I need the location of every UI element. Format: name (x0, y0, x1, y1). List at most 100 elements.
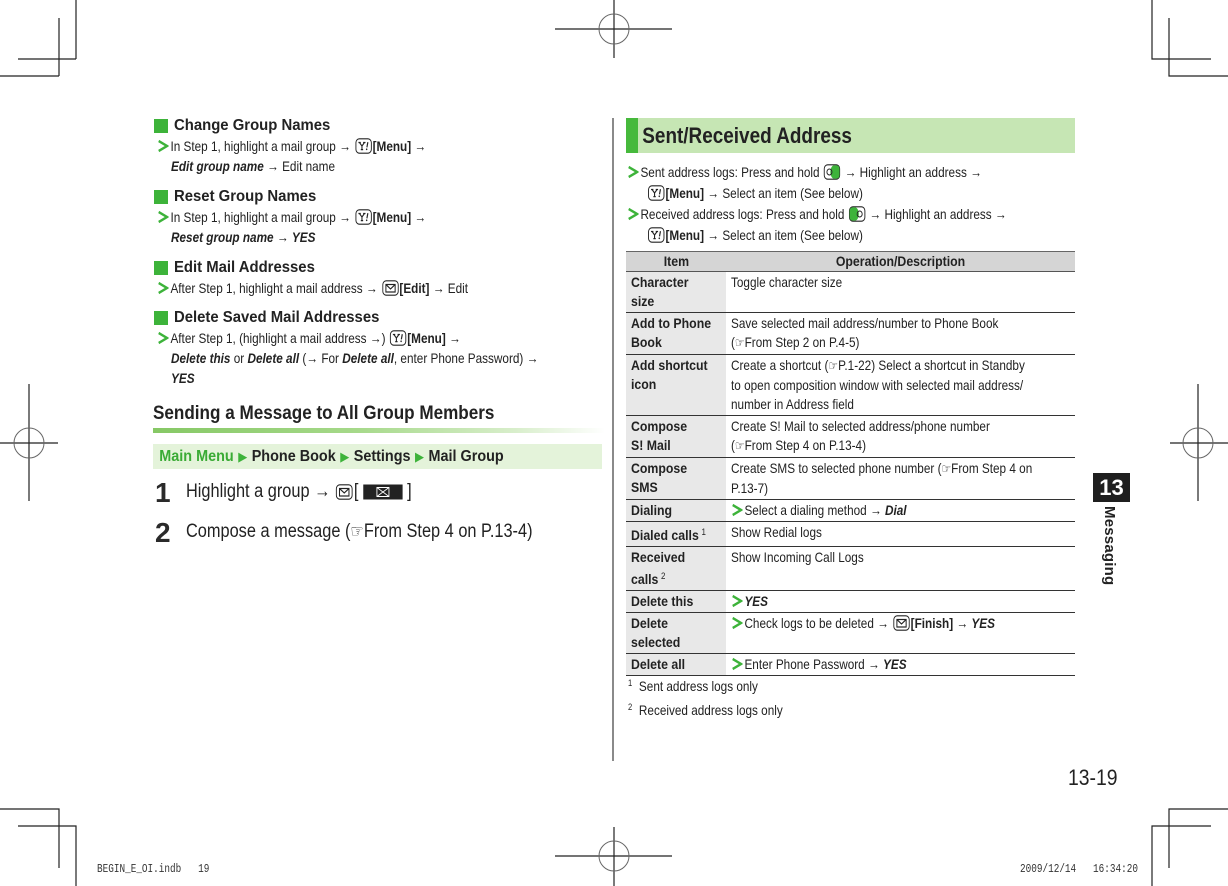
item-name-line: Delete this (631, 592, 710, 611)
footnote: 2 Received address logs only (628, 697, 783, 721)
breadcrumb-separator-icon: ▶ (415, 450, 425, 465)
item-cell: Delete selected (626, 612, 726, 654)
text-run: (→ For (299, 350, 343, 366)
text-line: YES (731, 592, 1016, 611)
slug-file-name: BEGIN_E_OI.indb (97, 862, 182, 876)
item-cell: Dialed calls 1 (626, 521, 726, 547)
table-row: Delete selected Check logs to be deleted →… (626, 612, 1075, 654)
sent-received-address-heading: Sent/Received Address (626, 118, 1075, 153)
footnote-reference: 1 (701, 527, 706, 537)
item-name-text: Character (631, 274, 689, 290)
text-run: Dial (884, 502, 907, 518)
text-run: From Step 2 on P.4-5) (744, 334, 860, 350)
section-delete-saved-mail-addresses: Delete Saved Mail Addresses After Step 1… (153, 308, 603, 388)
text-run: → Edit name (263, 158, 336, 174)
step-text: Highlight a group → [ ] (186, 477, 448, 507)
text-run: Compose a message ( (186, 521, 351, 542)
text-run: Show Redial logs (731, 524, 822, 540)
description-cell: Check logs to be deleted → [Finish] → YE… (726, 612, 1075, 654)
menu-key-icon (648, 185, 665, 201)
text-line: P.13-7) (731, 479, 1016, 498)
mail-key-icon (381, 280, 399, 296)
text-run: Create SMS to selected phone number ( (731, 460, 942, 476)
text-line: [Menu] → Select an item (See below) (647, 183, 1008, 204)
title-underline-gradient (153, 428, 605, 433)
green-square-icon (154, 119, 168, 133)
menu-key-icon (648, 227, 665, 243)
text-run: → (411, 138, 427, 154)
description-cell: YES (726, 590, 1075, 613)
item-name-line: Dialing (631, 501, 710, 520)
item-name-line: Add to Phone (631, 314, 711, 333)
section-heading-text: Delete Saved Mail Addresses (174, 309, 380, 326)
item-name-line: Character (631, 273, 710, 292)
text-line: Enter Phone Password → YES (731, 655, 1016, 674)
text-run: ☞ (828, 359, 839, 374)
item-name-line: Received (631, 548, 710, 567)
sent-log-key-icon (823, 164, 841, 180)
item-name-line: SMS (631, 478, 710, 497)
green-square-icon (154, 261, 168, 275)
step-text: Compose a message (☞From Step 4 on P.13-… (186, 517, 589, 547)
instruction: In Step 1, highlight a mail group → [Men… (158, 136, 603, 176)
section-heading-text: Edit Mail Addresses (174, 259, 315, 276)
item-name-line: S! Mail (631, 436, 710, 455)
instruction: After Step 1, (highlight a mail address … (158, 328, 603, 388)
item-cell: Compose S! Mail (626, 415, 726, 458)
item-name-line: Add shortcut (631, 356, 710, 375)
item-name-line: Delete (631, 614, 710, 633)
slug-time: 16:34:20 (1093, 862, 1138, 876)
text-run: YES (171, 370, 195, 386)
item-name-text: Dialed calls (631, 527, 699, 543)
registration-mark-left (0, 384, 58, 501)
section-heading-text: Change Group Names (174, 117, 331, 134)
table-header-row: Item Operation/Description (626, 251, 1075, 272)
text-run: → Select an item (See below) (704, 227, 863, 243)
text-run: → Highlight an address → (866, 206, 1007, 222)
text-line: After Step 1, (highlight a mail address … (157, 328, 532, 348)
item-name-text: icon (631, 376, 657, 392)
breadcrumb: Main Menu ▶ Phone Book ▶ Settings ▶ Mail Group (153, 444, 602, 469)
text-run: → Highlight an address → (841, 164, 982, 180)
text-line: [Menu] → Select an item (See below) (647, 225, 1008, 246)
footnote-mark: 1 (628, 678, 633, 688)
footnote-mark: 2 (628, 702, 633, 712)
text-line: Toggle character size (731, 273, 1016, 292)
text-run: ☞ (734, 336, 745, 351)
text-run: → (445, 330, 461, 346)
item-cell: Dialing (626, 499, 726, 522)
bullet-chevron-icon (731, 594, 744, 608)
operations-table: Item Operation/Description Character size… (626, 251, 1075, 676)
sending-section-title-text: Sending a Message to All Group Members (153, 403, 495, 424)
text-run: Create a shortcut ( (731, 357, 829, 373)
text-run: to open composition window with selected… (731, 377, 1024, 393)
item-name-line: selected (631, 633, 710, 652)
text-line: YES (171, 368, 534, 388)
text-run: ] (402, 481, 412, 502)
mail-softkey-icon (362, 484, 403, 500)
item-name-line: calls 2 (631, 567, 710, 589)
table-row: Compose SMS Create SMS to selected phone n… (626, 457, 1075, 500)
table-body: Character size Toggle character size Add to… (626, 271, 1075, 676)
registration-mark-top (555, 0, 672, 58)
item-name-line: Dialed calls 1 (631, 523, 710, 545)
print-slug-file: BEGIN_E_OI.indb 19 (97, 862, 209, 876)
text-line: Edit group name → Edit name (171, 156, 534, 176)
text-run: Reset group name (171, 229, 274, 245)
item-cell: Compose SMS (626, 457, 726, 500)
bullet-chevron-icon (157, 210, 170, 224)
column-header-text: Operation/Description (835, 253, 966, 269)
page-number-text: 13-19 (1068, 765, 1118, 790)
column-header-text: Item (663, 253, 689, 269)
footnote: 1 Sent address logs only (628, 673, 783, 697)
section-heading: Reset Group Names (153, 187, 603, 207)
section-change-group-names: Change Group Names In Step 1, highlight … (153, 116, 603, 176)
registration-mark-bottom (555, 827, 672, 886)
description-cell: Select a dialing method → Dial (726, 499, 1075, 522)
bullet-chevron-icon (731, 616, 744, 630)
text-line: Sent address logs: Press and hold → High… (627, 162, 1005, 183)
bullet-chevron-icon (157, 281, 170, 295)
table-row: Dialed calls 1 Show Redial logs (626, 521, 1075, 547)
item-name-line: icon (631, 375, 710, 394)
heading-text: Sent/Received Address (642, 123, 852, 148)
